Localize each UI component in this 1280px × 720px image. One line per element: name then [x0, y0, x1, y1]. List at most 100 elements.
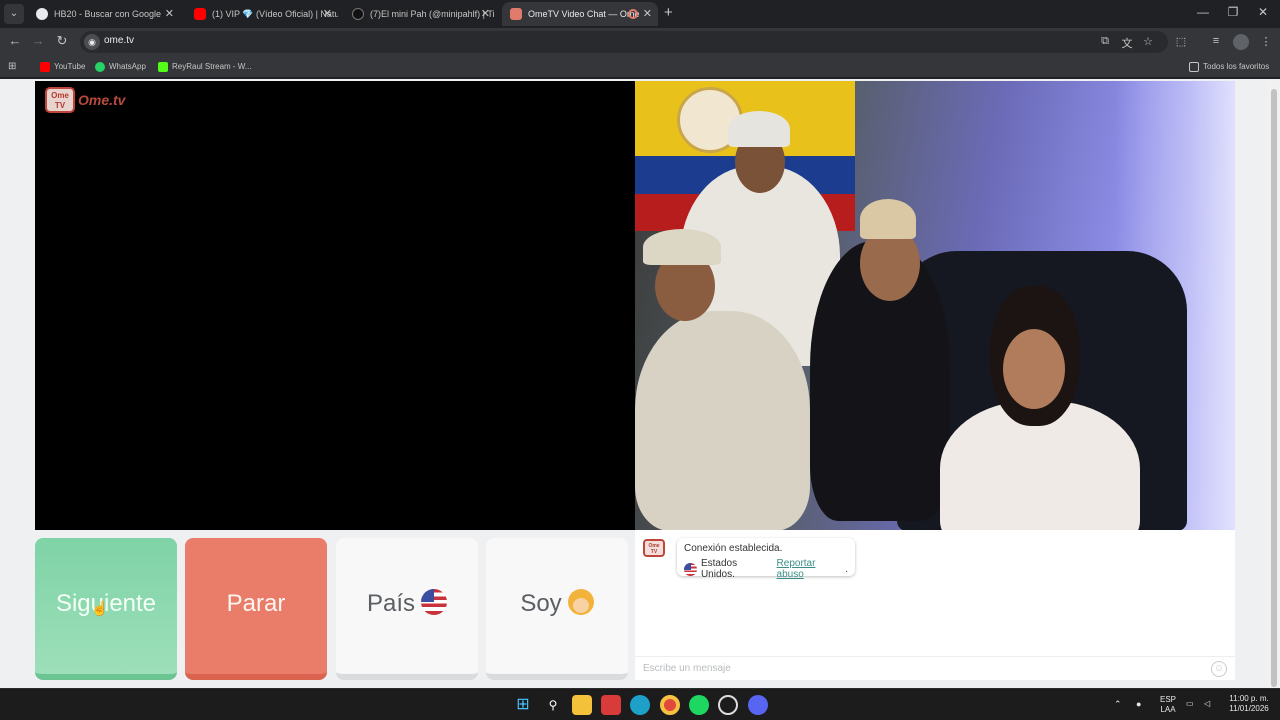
steam-icon[interactable] — [718, 695, 738, 715]
cap — [728, 111, 790, 147]
stop-button-label: Parar — [226, 590, 286, 617]
back-button[interactable]: ← — [6, 33, 24, 48]
message-input[interactable] — [635, 657, 1195, 679]
translate-icon[interactable]: 文 — [1120, 35, 1134, 51]
bookmark-whatsapp[interactable]: WhatsApp — [95, 60, 146, 74]
keyboard-layout: LAA — [1160, 705, 1176, 714]
person-front-left — [635, 311, 810, 530]
logo-badge: Ome TV — [45, 87, 75, 113]
install-app-icon[interactable]: ⧉ — [1098, 35, 1112, 48]
bookmark-youtube[interactable]: YouTube — [40, 60, 85, 74]
windows-taskbar: ⊞ ⚲ ⌃ ● ESP LAA ▭ ◁ 11:00 p. m. 11/01/20… — [0, 688, 1280, 720]
minimize-button[interactable]: — — [1188, 5, 1218, 19]
tab-tiktok[interactable]: (7)El mini Pah (@minipahlf) | Ti ✕ — [344, 2, 496, 26]
us-flag-icon — [684, 562, 697, 576]
bookmark-label: YouTube — [54, 62, 86, 71]
microphone-icon[interactable]: ● — [1136, 699, 1141, 709]
close-tab-icon[interactable]: ✕ — [643, 2, 652, 26]
chrome-icon[interactable] — [660, 695, 680, 715]
gender-button[interactable]: Soy — [486, 538, 628, 680]
tray-chevron-icon[interactable]: ⌃ — [1114, 699, 1122, 709]
partner-country: Estados Unidos. — [700, 558, 738, 580]
ometv-icon — [510, 8, 522, 20]
tab-google-search[interactable]: HB20 - Buscar con Google ✕ — [28, 2, 180, 26]
ometv-logo[interactable]: Ome TV Ome.tv — [45, 87, 125, 113]
chat-panel: Ome TV Conexión establecida. Estados Uni… — [635, 530, 1235, 680]
windows-icon[interactable]: ⊞ — [513, 695, 533, 715]
tab-search-button[interactable]: ⌄ — [4, 4, 24, 24]
close-tab-icon[interactable]: ✕ — [323, 2, 332, 26]
reload-button[interactable]: ↻ — [53, 33, 71, 49]
media-controls-icon[interactable]: ≡ — [1209, 35, 1223, 47]
tab-title: (7)El mini Pah (@minipahlf) | Ti — [370, 9, 495, 19]
folder-icon — [1189, 62, 1199, 72]
system-message: Conexión establecida. Estados Unidos. Re… — [677, 538, 855, 580]
google-icon — [36, 8, 48, 20]
scroll-thumb[interactable] — [1271, 89, 1277, 687]
apps-grid-icon[interactable]: ⊞ — [8, 61, 16, 72]
clock-date: 11/01/2026 — [1229, 704, 1269, 713]
language-code: ESP — [1159, 695, 1176, 704]
page-scrollbar[interactable] — [1268, 79, 1280, 688]
menu-icon[interactable]: ⋮ — [1259, 35, 1273, 48]
stop-button[interactable]: Parar — [185, 538, 327, 680]
search-icon[interactable]: ⚲ — [543, 695, 563, 715]
local-video-feed: Ome TV Ome.tv — [35, 81, 635, 530]
country-button-label: País — [366, 590, 416, 617]
youtube-icon — [40, 62, 50, 72]
clock-time: 11:00 p. m. — [1229, 694, 1269, 703]
file-explorer-icon[interactable] — [572, 695, 592, 715]
bookmark-star-icon[interactable]: ☆ — [1141, 35, 1155, 48]
profile-avatar[interactable] — [1233, 34, 1249, 50]
tab-ometv[interactable]: OmeTV Video Chat — Ome ✕ — [502, 2, 658, 26]
extensions-icon[interactable]: ⬚ — [1174, 35, 1188, 48]
emoji-picker-icon[interactable]: ☺ — [1211, 661, 1227, 677]
gender-button-label: Soy — [520, 590, 562, 617]
discord-icon[interactable] — [748, 695, 768, 715]
person-face — [1003, 329, 1065, 409]
ometv-avatar: Ome TV — [643, 539, 665, 557]
message-input-area: ☺ — [635, 656, 1235, 680]
whatsapp-icon — [95, 62, 105, 72]
browser-toolbar: ← → ↻ ◉ ome.tv ⧉ 文 ☆ ⬚ ≡ ⋮ — [0, 28, 1280, 56]
beanie — [860, 199, 916, 239]
bookmark-reyraul-stream[interactable]: ReyRaul Stream - W... — [158, 60, 252, 74]
boy-emoji-icon — [567, 588, 594, 615]
address-bar[interactable]: ◉ ome.tv ⧉ 文 ☆ — [80, 31, 1168, 53]
browser-tab-strip: ⌄ HB20 - Buscar con Google ✕ (1) VIP 💎 (… — [0, 0, 1280, 28]
restore-button[interactable]: ❐ — [1218, 5, 1248, 19]
bookmarks-bar: ⊞ YouTube WhatsApp ReyRaul Stream - W...… — [0, 56, 1280, 78]
all-bookmarks-button[interactable]: Todos los favoritos — [1189, 60, 1269, 74]
remote-video-feed — [635, 81, 1235, 530]
connection-status: Conexión establecida. — [684, 543, 783, 554]
country-button[interactable]: País — [336, 538, 478, 680]
youtube-icon — [194, 8, 206, 20]
hand-cursor-icon: ☝ — [91, 600, 109, 616]
kick-icon — [158, 62, 168, 72]
close-tab-icon[interactable]: ✕ — [165, 2, 174, 26]
app-red-icon[interactable] — [601, 695, 621, 715]
ometv-page: Ome TV Ome.tv Siguiente Parar País Soy ☝… — [0, 79, 1280, 688]
network-icon[interactable]: ▭ — [1186, 699, 1194, 709]
close-window-button[interactable]: ✕ — [1248, 5, 1278, 19]
close-tab-icon[interactable]: ✕ — [481, 2, 490, 26]
recording-icon — [628, 9, 638, 19]
url-text: ome.tv — [104, 35, 135, 46]
bookmark-label: WhatsApp — [109, 62, 146, 71]
edge-icon[interactable] — [630, 695, 650, 715]
new-tab-button[interactable]: + — [664, 4, 673, 21]
spotify-icon[interactable] — [689, 695, 709, 715]
forward-button[interactable]: → — [29, 33, 47, 48]
tiktok-icon — [352, 8, 364, 20]
tab-title: HB20 - Buscar con Google — [54, 9, 162, 19]
language-indicator[interactable]: ESP LAA — [1155, 695, 1181, 715]
tab-youtube-video[interactable]: (1) VIP 💎 (Vídeo Oficial) | Natu ✕ — [186, 2, 338, 26]
site-info-icon[interactable]: ◉ — [84, 34, 100, 50]
volume-icon[interactable]: ◁ — [1204, 699, 1210, 709]
cap — [643, 229, 721, 265]
tab-title: OmeTV Video Chat — Ome — [528, 9, 640, 19]
logo-text: Ome.tv — [78, 92, 126, 108]
clock[interactable]: 11:00 p. m. 11/01/2026 — [1222, 694, 1276, 714]
us-flag-icon — [421, 588, 448, 615]
report-abuse-link[interactable]: Reportar abuso — [777, 558, 846, 580]
